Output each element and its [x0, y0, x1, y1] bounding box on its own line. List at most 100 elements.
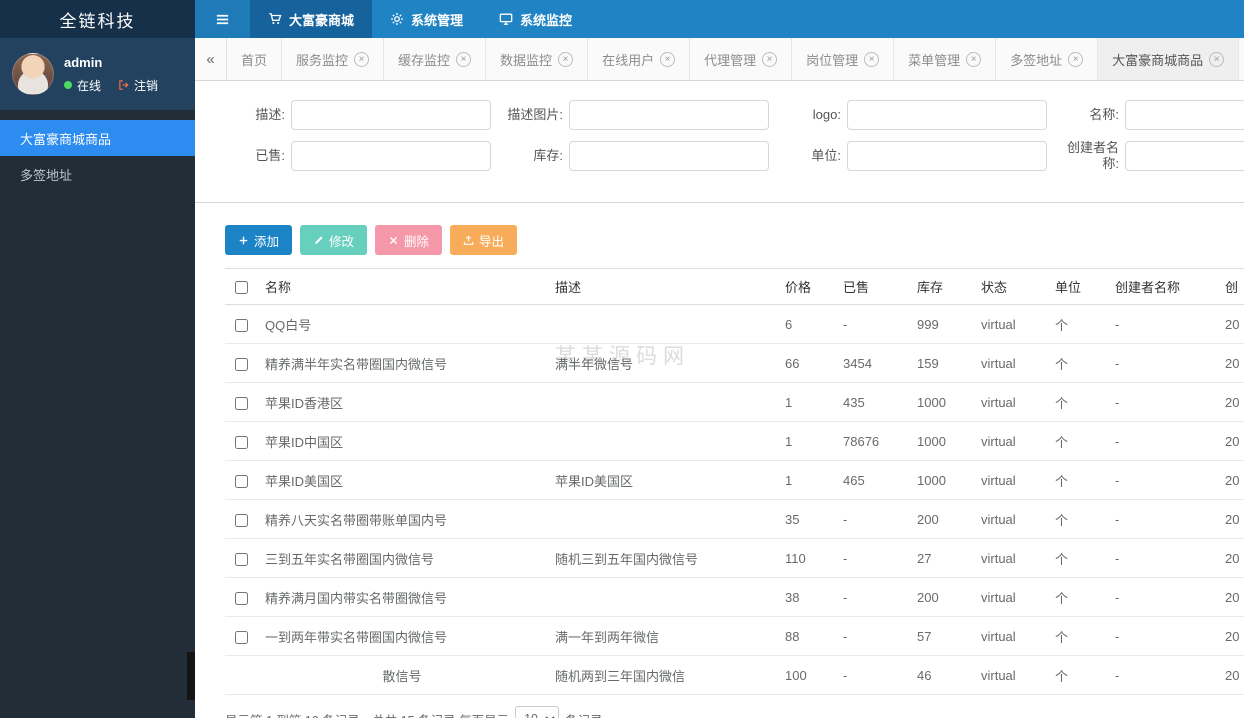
sidebar-scrollbar-thumb[interactable] — [187, 652, 195, 700]
table-row[interactable]: 苹果ID美国区 苹果ID美国区 1 465 1000 virtual 个 -20 — [225, 460, 1244, 500]
row-checkbox[interactable] — [234, 357, 248, 371]
tab[interactable]: 缓存监控 × — [384, 38, 487, 80]
toolbar: 添加 修改 删除 导出 — [225, 225, 1244, 255]
field-input[interactable] — [1125, 141, 1244, 172]
tab-close-icon[interactable]: × — [1209, 51, 1225, 67]
cell-status: virtual — [973, 655, 1047, 695]
search-field: 已售: — [225, 140, 491, 173]
cell-created: 20 — [1217, 382, 1244, 422]
logout-button[interactable]: 注销 — [118, 77, 158, 94]
cell-status: virtual — [973, 343, 1047, 383]
row-checkbox-cell — [225, 616, 257, 656]
cell-status: virtual — [973, 616, 1047, 656]
table-row[interactable]: QQ白号 6-999 virtual 个 -20 — [225, 304, 1244, 344]
tab[interactable]: 多签地址 × — [996, 38, 1099, 80]
tab[interactable]: 大富豪商城商品 × — [1098, 38, 1240, 80]
tab-close-icon[interactable]: × — [1068, 51, 1084, 67]
sidebar-toggle-button[interactable] — [195, 0, 250, 38]
cell-sold: 465 — [835, 460, 909, 500]
search-form-row: 已售: 库存: 单位: 创建者名称: — [225, 140, 1244, 173]
tab[interactable]: 菜单管理 × — [894, 38, 997, 80]
cell-name: 一到两年带实名带圈国内微信号 — [257, 616, 547, 656]
tab-close-icon[interactable]: × — [762, 51, 778, 67]
button-label: 添加 — [254, 234, 280, 249]
field-input[interactable] — [291, 141, 491, 172]
table-row[interactable]: 精养八天实名带圈带账单国内号 35-200 virtual 个 -20 — [225, 499, 1244, 539]
row-checkbox[interactable] — [234, 630, 248, 644]
cell-unit: 个 — [1047, 304, 1107, 344]
row-checkbox[interactable] — [234, 552, 248, 566]
edit-button[interactable]: 修改 — [300, 225, 368, 255]
field-label: 名称: — [1089, 106, 1119, 122]
cell-status: virtual — [973, 577, 1047, 617]
edit-icon — [313, 235, 324, 246]
table-row[interactable]: 精养满半年实名带圈国内微信号 满半年微信号 66 3454 159 virtual 个 -20 — [225, 343, 1244, 383]
sidebar-menu-item[interactable]: 大富豪商城商品 — [0, 120, 195, 156]
avatar[interactable] — [12, 53, 54, 95]
search-field: 创建者名称: — [1059, 140, 1244, 173]
export-button[interactable]: 导出 — [450, 225, 518, 255]
field-label: logo: — [812, 106, 841, 122]
table-row[interactable]: 苹果ID中国区 1 78676 1000 virtual 个 -20 — [225, 421, 1244, 461]
user-info: admin 在线 注销 — [64, 55, 158, 94]
table-row[interactable]: 散信号 随机两到三年国内微信 100-46 virtual 个 -20 — [225, 655, 1244, 695]
table-row[interactable]: 三到五年实名带圈国内微信号 随机三到五年国内微信号 110-27 virtual 个 -2… — [225, 538, 1244, 578]
monitor-icon — [499, 12, 513, 26]
app-logo: 全链科技 — [0, 0, 195, 38]
row-checkbox-cell — [225, 577, 257, 617]
table-row[interactable]: 精养满月国内带实名带圈微信号 38-200 virtual 个 -20 — [225, 577, 1244, 617]
row-checkbox[interactable] — [234, 396, 248, 410]
nav-item[interactable]: 系统管理 — [372, 0, 481, 38]
grid-section: 添加 修改 删除 导出 某某源码网 名称描述 价格 已售 库存 状态 单位 创建… — [195, 203, 1244, 718]
cell-sold: - — [835, 577, 909, 617]
cell-desc: 随机两到三年国内微信 — [547, 655, 777, 695]
field-input[interactable] — [847, 100, 1047, 130]
cell-sold: - — [835, 655, 909, 695]
add-button[interactable]: 添加 — [225, 225, 293, 255]
user-status: 在线 注销 — [64, 77, 158, 94]
cell-desc — [547, 304, 777, 344]
field-input[interactable] — [569, 100, 769, 130]
tab[interactable]: 首页 — [227, 38, 283, 80]
tab-close-icon[interactable]: × — [864, 51, 880, 67]
tab[interactable]: 岗位管理 × — [792, 38, 895, 80]
tab-label: 首页 — [241, 52, 268, 68]
tab[interactable]: 数据监控 × — [486, 38, 589, 80]
cell-created: 20 — [1217, 421, 1244, 461]
row-checkbox[interactable] — [234, 318, 248, 332]
tabs-back-button[interactable]: « — [195, 38, 227, 80]
tab[interactable]: 服务监控 × — [282, 38, 385, 80]
field-input[interactable] — [847, 141, 1047, 172]
tab[interactable]: 代理管理 × — [690, 38, 793, 80]
cell-sold: 3454 — [835, 343, 909, 383]
tab-label: 数据监控 — [500, 52, 553, 68]
cell-unit: 个 — [1047, 382, 1107, 422]
nav-item[interactable]: 大富豪商城 — [250, 0, 373, 38]
field-input[interactable] — [569, 141, 769, 172]
tab-close-icon[interactable]: × — [354, 51, 370, 67]
tab-close-icon[interactable]: × — [966, 51, 982, 67]
select-all-checkbox[interactable] — [234, 281, 248, 295]
tab-close-icon[interactable]: × — [558, 51, 574, 67]
cell-desc: 满半年微信号 — [547, 343, 777, 383]
row-checkbox[interactable] — [234, 474, 248, 488]
delete-icon — [388, 235, 399, 246]
field-input[interactable] — [291, 100, 491, 130]
field-input[interactable] — [1125, 100, 1244, 130]
sidebar-menu-item[interactable]: 多签地址 — [0, 156, 195, 192]
cell-price: 100 — [777, 655, 835, 695]
page-size-select[interactable]: 10 — [515, 706, 560, 718]
tab-close-icon[interactable]: × — [456, 51, 472, 67]
table-row[interactable]: 苹果ID香港区 1 435 1000 virtual 个 -20 — [225, 382, 1244, 422]
row-checkbox[interactable] — [234, 513, 248, 527]
table-row[interactable]: 一到两年带实名带圈国内微信号 满一年到两年微信 88-57 virtual 个 -20 — [225, 616, 1244, 656]
row-checkbox[interactable] — [234, 591, 248, 605]
tab[interactable]: 在线用户 × — [588, 38, 691, 80]
tab-label: 在线用户 — [602, 52, 655, 68]
delete-button[interactable]: 删除 — [375, 225, 443, 255]
cell-name: 精养八天实名带圈带账单国内号 — [257, 499, 547, 539]
nav-item[interactable]: 系统监控 — [481, 0, 590, 38]
cell-sold: - — [835, 538, 909, 578]
row-checkbox[interactable] — [234, 435, 248, 449]
tab-close-icon[interactable]: × — [660, 51, 676, 67]
